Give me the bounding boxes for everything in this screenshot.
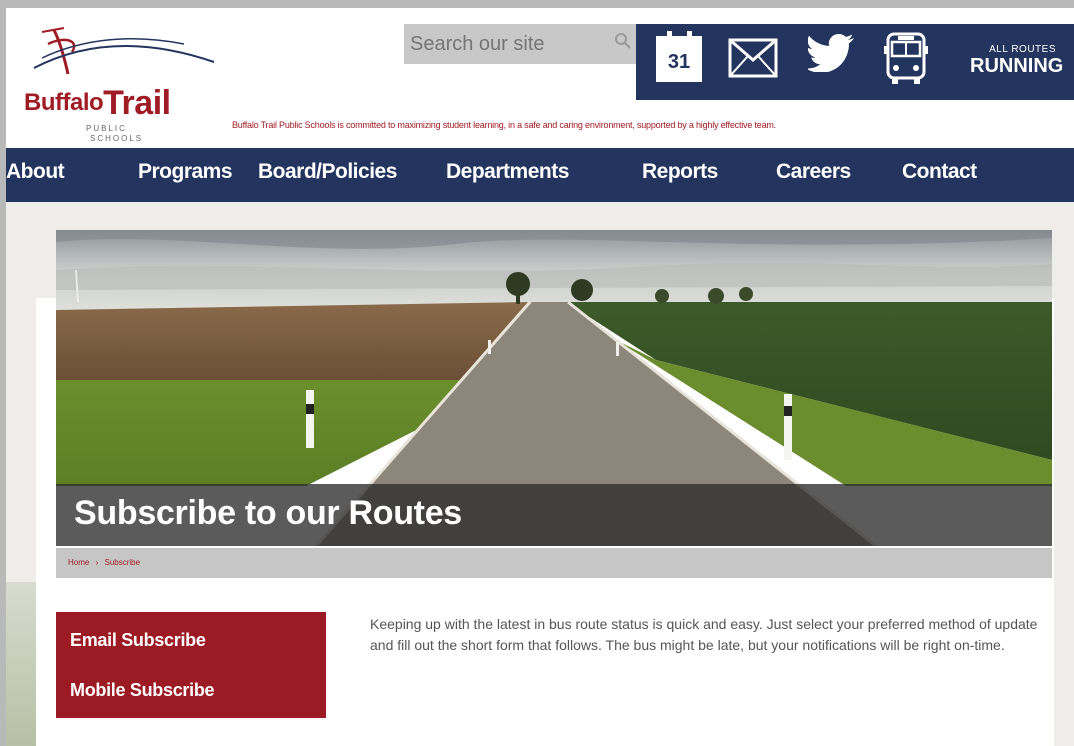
hero-banner: Subscribe to our Routes [56,230,1052,546]
hero-title: Subscribe to our Routes [56,484,1052,546]
calendar-day: 31 [667,51,691,73]
nav-departments[interactable]: Departments [446,160,569,184]
top-border [0,0,1074,8]
nav-reports[interactable]: Reports [642,160,718,184]
route-status[interactable]: ALL ROUTES RUNNING [970,44,1064,78]
intro-paragraph: Keeping up with the latest in bus route … [370,616,1038,653]
route-status-value: RUNNING [970,55,1064,77]
quick-icons-bar: 31 ALL ROUTES RUNNING [636,24,1074,100]
site-header: BuffaloTrail PUBLIC SCHOOLS 31 [6,8,1074,148]
twitter-icon[interactable] [805,32,856,80]
breadcrumb: Home › Subscribe [56,548,1052,578]
nav-programs[interactable]: Programs [138,160,233,184]
subscribe-side-menu: Email Subscribe Mobile Subscribe [56,612,326,718]
logo-sub-public: PUBLIC [86,124,127,133]
page: BuffaloTrail PUBLIC SCHOOLS 31 [0,0,1074,746]
content-area: Subscribe to our Routes Home › Subscribe… [6,202,1074,746]
nav-about[interactable]: About [6,160,65,184]
nav-board-policies[interactable]: Board/Policies [258,160,397,184]
bus-icon[interactable] [884,30,928,93]
calendar-ring-left [667,31,672,41]
email-subscribe-link[interactable]: Email Subscribe [70,630,206,651]
nav-contact[interactable]: Contact [902,160,977,184]
logo-word-buffalo: Buffalo [24,89,104,116]
route-status-label: ALL ROUTES [989,44,1056,55]
breadcrumb-current: Subscribe [104,558,141,567]
background-landscape-strip [6,582,36,746]
logo-sub-schools: SCHOOLS [90,134,144,143]
nav-careers[interactable]: Careers [776,160,851,184]
search-icon[interactable] [614,32,632,55]
main-nav: About Programs Board/Policies Department… [6,148,1074,202]
logo-word-trail: Trail [103,84,171,122]
breadcrumb-separator: › [95,558,99,567]
site-search [404,24,644,64]
buffalo-logo-swoosh-icon [33,27,215,75]
logo-wordmark: BuffaloTrail [24,80,171,122]
mobile-subscribe-link[interactable]: Mobile Subscribe [70,680,215,701]
buffalo-trail-logo[interactable]: BuffaloTrail PUBLIC SCHOOLS [24,22,224,143]
mail-icon[interactable] [728,38,778,83]
site-tagline: Buffalo Trail Public Schools is committe… [232,120,776,130]
search-input[interactable] [410,32,600,56]
calendar-icon[interactable]: 31 [656,31,702,82]
breadcrumb-home[interactable]: Home [68,558,89,567]
calendar-ring-right [687,31,692,41]
